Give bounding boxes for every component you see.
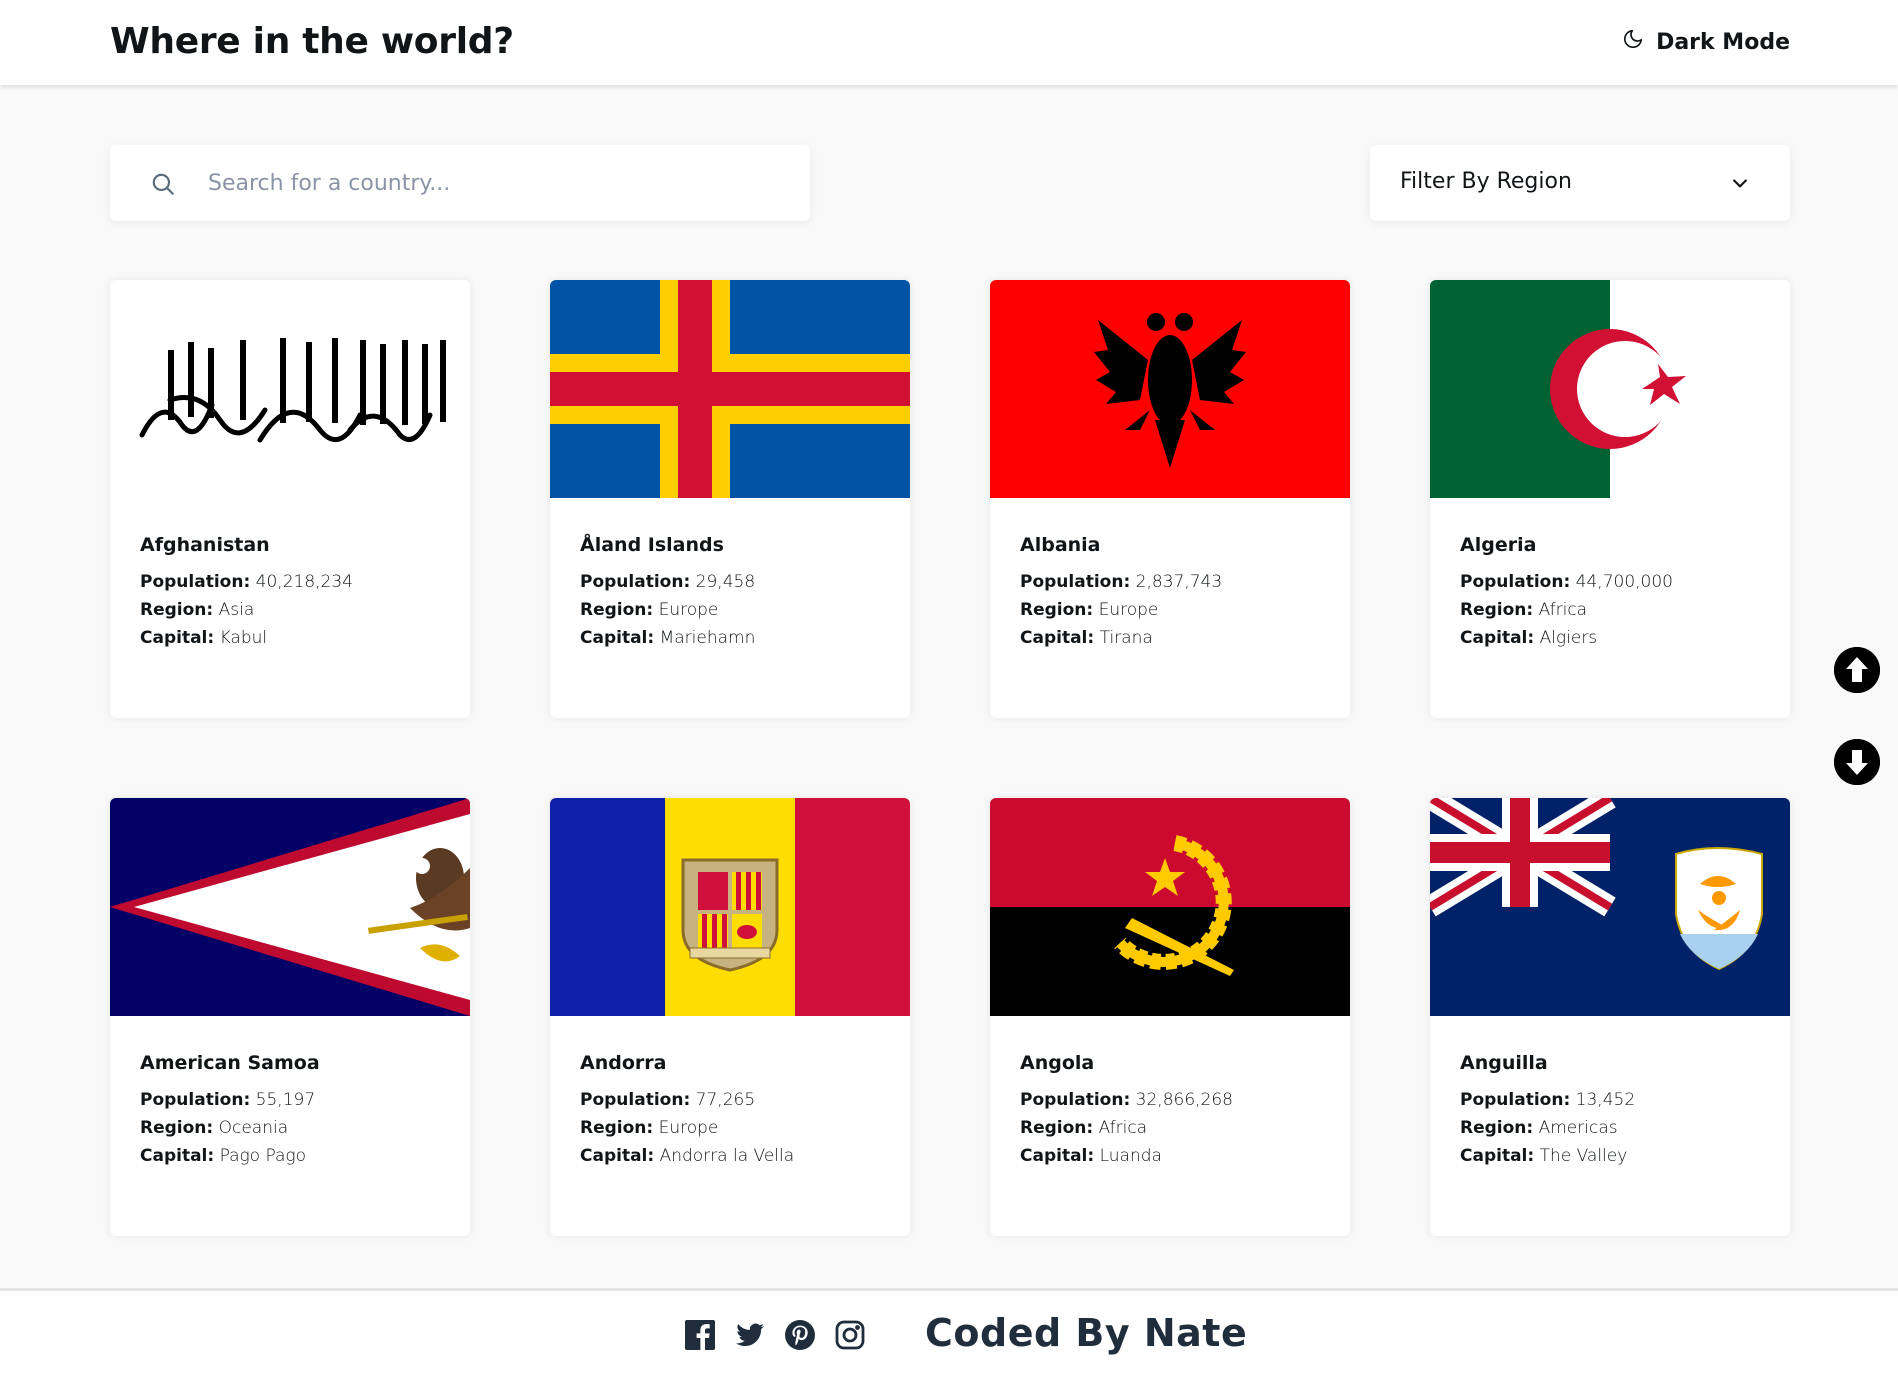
dark-mode-toggle[interactable]: Dark Mode — [1622, 26, 1790, 58]
flag-angola — [990, 798, 1350, 1016]
population-row: Population: 77,265 — [580, 1090, 756, 1110]
arrow-up-circle-icon — [1834, 647, 1880, 693]
region-row: Region: Europe — [580, 600, 719, 620]
flag-anguilla — [1430, 798, 1790, 1016]
region-row: Region: Africa — [1020, 1118, 1148, 1138]
country-name: Angola — [1020, 1052, 1095, 1074]
region-row: Region: Europe — [580, 1118, 719, 1138]
search-input[interactable] — [208, 145, 788, 221]
capital-row: Capital: Tirana — [1020, 628, 1153, 648]
footer-credit: Coded By Nate — [925, 1311, 1248, 1355]
population-row: Population: 2,837,743 — [1020, 572, 1223, 592]
instagram-icon[interactable] — [834, 1319, 866, 1351]
country-name: Albania — [1020, 534, 1101, 556]
region-row: Region: Africa — [1460, 600, 1588, 620]
scroll-up-button[interactable] — [1834, 647, 1880, 693]
capital-row: Capital: Mariehamn — [580, 628, 756, 648]
flag-algeria — [1430, 280, 1790, 498]
arrow-down-circle-icon — [1834, 739, 1880, 785]
country-card-angola[interactable]: Angola Population: 32,866,268 Region: Af… — [990, 798, 1350, 1236]
country-name: American Samoa — [140, 1052, 320, 1074]
country-card-albania[interactable]: Albania Population: 2,837,743 Region: Eu… — [990, 280, 1350, 718]
country-card-andorra[interactable]: Andorra Population: 77,265 Region: Europ… — [550, 798, 910, 1236]
app-title: Where in the world? — [110, 21, 514, 62]
region-filter-dropdown[interactable]: Filter By Region — [1370, 145, 1790, 221]
population-row: Population: 55,197 — [140, 1090, 316, 1110]
population-row: Population: 40,218,234 — [140, 572, 353, 592]
country-name: Afghanistan — [140, 534, 270, 556]
region-row: Region: Asia — [140, 600, 255, 620]
region-row: Region: Europe — [1020, 600, 1159, 620]
flag-afghanistan — [110, 280, 470, 498]
country-name: Algeria — [1460, 534, 1537, 556]
country-name: Åland Islands — [580, 534, 724, 556]
country-name: Andorra — [580, 1052, 667, 1074]
search-icon — [150, 171, 176, 197]
flag-aland-islands — [550, 280, 910, 498]
flag-albania — [990, 280, 1350, 498]
flag-american-samoa — [110, 798, 470, 1016]
country-card-american-samoa[interactable]: American Samoa Population: 55,197 Region… — [110, 798, 470, 1236]
twitter-icon[interactable] — [734, 1319, 766, 1351]
dark-mode-label: Dark Mode — [1656, 29, 1790, 55]
country-card-aland-islands[interactable]: Åland Islands Population: 29,458 Region:… — [550, 280, 910, 718]
moon-icon — [1622, 28, 1644, 56]
capital-row: Capital: The Valley — [1460, 1146, 1628, 1166]
site-footer: Coded By Nate — [0, 1288, 1898, 1375]
capital-row: Capital: Algiers — [1460, 628, 1598, 648]
scroll-down-button[interactable] — [1834, 739, 1880, 785]
pinterest-icon[interactable] — [784, 1319, 816, 1351]
country-card-anguilla[interactable]: Anguilla Population: 13,452 Region: Amer… — [1430, 798, 1790, 1236]
country-name: Anguilla — [1460, 1052, 1548, 1074]
region-row: Region: Americas — [1460, 1118, 1618, 1138]
country-card-algeria[interactable]: Algeria Population: 44,700,000 Region: A… — [1430, 280, 1790, 718]
region-filter-label: Filter By Region — [1400, 169, 1572, 194]
search-box — [110, 145, 810, 221]
population-row: Population: 44,700,000 — [1460, 572, 1673, 592]
facebook-icon[interactable] — [684, 1319, 716, 1351]
population-row: Population: 29,458 — [580, 572, 756, 592]
site-header: Where in the world? Dark Mode — [0, 0, 1898, 85]
chevron-down-icon — [1730, 173, 1750, 193]
flag-andorra — [550, 798, 910, 1016]
capital-row: Capital: Kabul — [140, 628, 268, 648]
capital-row: Capital: Luanda — [1020, 1146, 1162, 1166]
population-row: Population: 13,452 — [1460, 1090, 1636, 1110]
capital-row: Capital: Pago Pago — [140, 1146, 306, 1166]
capital-row: Capital: Andorra la Vella — [580, 1146, 795, 1166]
population-row: Population: 32,866,268 — [1020, 1090, 1233, 1110]
region-row: Region: Oceania — [140, 1118, 289, 1138]
country-card-afghanistan[interactable]: Afghanistan Population: 40,218,234 Regio… — [110, 280, 470, 718]
